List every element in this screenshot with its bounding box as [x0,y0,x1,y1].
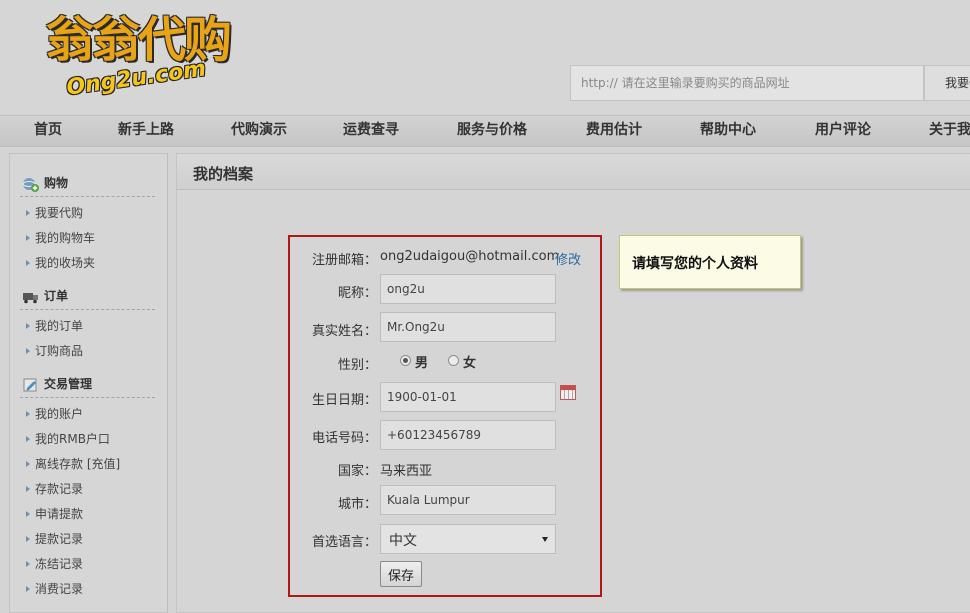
nav-estimate[interactable]: 费用估计 [586,116,642,146]
main-nav: 首页 新手上路 代购演示 运费查寻 服务与价格 费用估计 帮助中心 用户评论 关… [0,115,970,147]
email-value: ong2udaigou@hotmail.com [380,249,560,264]
site-header: 翁翁代购 Ong2u.com 我要代购 [0,0,970,115]
sidebar-item-deposit-records[interactable]: 存款记录 [26,480,83,497]
nickname-field[interactable] [380,274,556,304]
email-label: 注册邮箱： [312,253,378,268]
language-select[interactable]: 中文 [380,524,556,554]
profile-hint-note: 请填写您的个人资料 [619,235,801,289]
sidebar-item-cart[interactable]: 我的购物车 [26,229,95,246]
country-label: 国家： [338,464,378,479]
realname-field[interactable] [380,312,556,342]
nickname-label: 昵称： [338,286,378,301]
sidebar-item-withdraw-records[interactable]: 提款记录 [26,530,83,547]
sidebar-section-title: 购物 [44,176,69,190]
shopping-icon [22,178,39,192]
edit-icon [23,378,37,392]
sidebar-item-frozen-records[interactable]: 冻结记录 [26,555,83,572]
url-input[interactable] [571,66,931,100]
city-label: 城市： [338,497,378,512]
sidebar-item-withdraw-request[interactable]: 申请提款 [26,505,83,522]
gender-label: 性别： [338,358,378,373]
truck-icon [23,293,38,304]
sidebar-section-transactions: 交易管理 [20,373,155,398]
sidebar-item-offline-deposit[interactable]: 离线存款 [充值] [26,455,120,472]
nav-beginner[interactable]: 新手上路 [118,116,174,146]
nav-about[interactable]: 关于我们 [929,116,970,146]
sidebar-item-buy[interactable]: 我要代购 [26,204,83,221]
nav-help[interactable]: 帮助中心 [700,116,756,146]
sidebar: 购物 我要代购 我的购物车 我的收场夹 订单 我的订单 订购商品 交易管理 我的… [9,153,168,613]
gender-male-label: 男 [415,356,429,371]
sidebar-item-my-orders[interactable]: 我的订单 [26,317,83,334]
phone-label: 电话号码： [312,431,378,446]
profile-hint-text: 请填写您的个人资料 [632,256,758,272]
sidebar-item-account[interactable]: 我的账户 [26,405,83,422]
chevron-down-icon [542,537,548,542]
panel-header: 我的档案 [177,154,970,190]
gender-male-radio[interactable] [400,355,411,366]
phone-field[interactable] [380,420,556,450]
city-field[interactable] [380,485,556,515]
nav-demo[interactable]: 代购演示 [231,116,287,146]
sidebar-section-orders: 订单 [20,285,155,310]
nav-home[interactable]: 首页 [34,116,62,146]
gender-female-radio[interactable] [448,355,459,366]
sidebar-item-spending-records[interactable]: 消费记录 [26,580,83,597]
realname-label: 真实姓名： [312,324,378,339]
buy-for-me-button[interactable]: 我要代购 [924,65,970,101]
save-button[interactable]: 保存 [380,561,422,587]
nav-pricing[interactable]: 服务与价格 [457,116,527,146]
country-value: 马来西亚 [380,464,433,479]
birthday-label: 生日日期： [312,393,378,408]
gender-female-label: 女 [463,356,477,371]
sidebar-section-shopping: 购物 [20,172,155,197]
language-label: 首选语言： [312,535,378,550]
nav-shipping[interactable]: 运费查寻 [343,116,399,146]
sidebar-item-favorites[interactable]: 我的收场夹 [26,254,95,271]
profile-form: 注册邮箱： ong2udaigou@hotmail.com 修改 昵称： 真实姓… [288,235,602,597]
sidebar-item-ordered-goods[interactable]: 订购商品 [26,342,83,359]
birthday-field[interactable] [380,382,556,412]
site-logo[interactable]: 翁翁代购 Ong2u.com [40,8,270,103]
sidebar-section-title: 交易管理 [44,377,93,391]
sidebar-item-rmb-account[interactable]: 我的RMB户口 [26,430,110,447]
page-title: 我的档案 [193,165,254,183]
edit-email-link[interactable]: 修改 [555,249,581,268]
calendar-icon[interactable] [560,385,576,400]
url-search-box [570,65,931,101]
language-selected-value: 中文 [389,533,417,549]
nav-reviews[interactable]: 用户评论 [815,116,871,146]
sidebar-section-title: 订单 [44,289,69,303]
